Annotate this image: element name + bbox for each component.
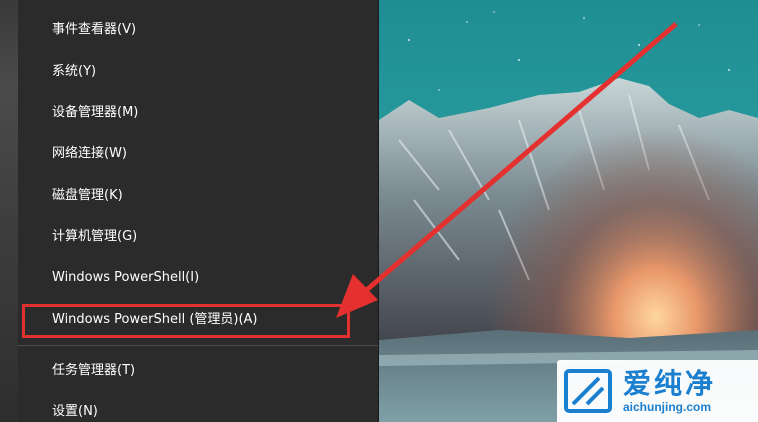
annotation-arrow-head — [336, 274, 378, 318]
screen: 事件查看器(V) 系统(Y) 设备管理器(M) 网络连接(W) 磁盘管理(K) … — [0, 0, 758, 422]
watermark-url: aichunjing.com — [623, 400, 712, 414]
watermark-logo: 爱纯净 aichunjing.com — [557, 360, 758, 422]
watermark-title: 爱纯净 — [623, 367, 717, 400]
annotation-arrow — [336, 22, 678, 318]
logo-mark-icon — [564, 369, 612, 413]
annotation-arrow-line — [360, 22, 678, 296]
